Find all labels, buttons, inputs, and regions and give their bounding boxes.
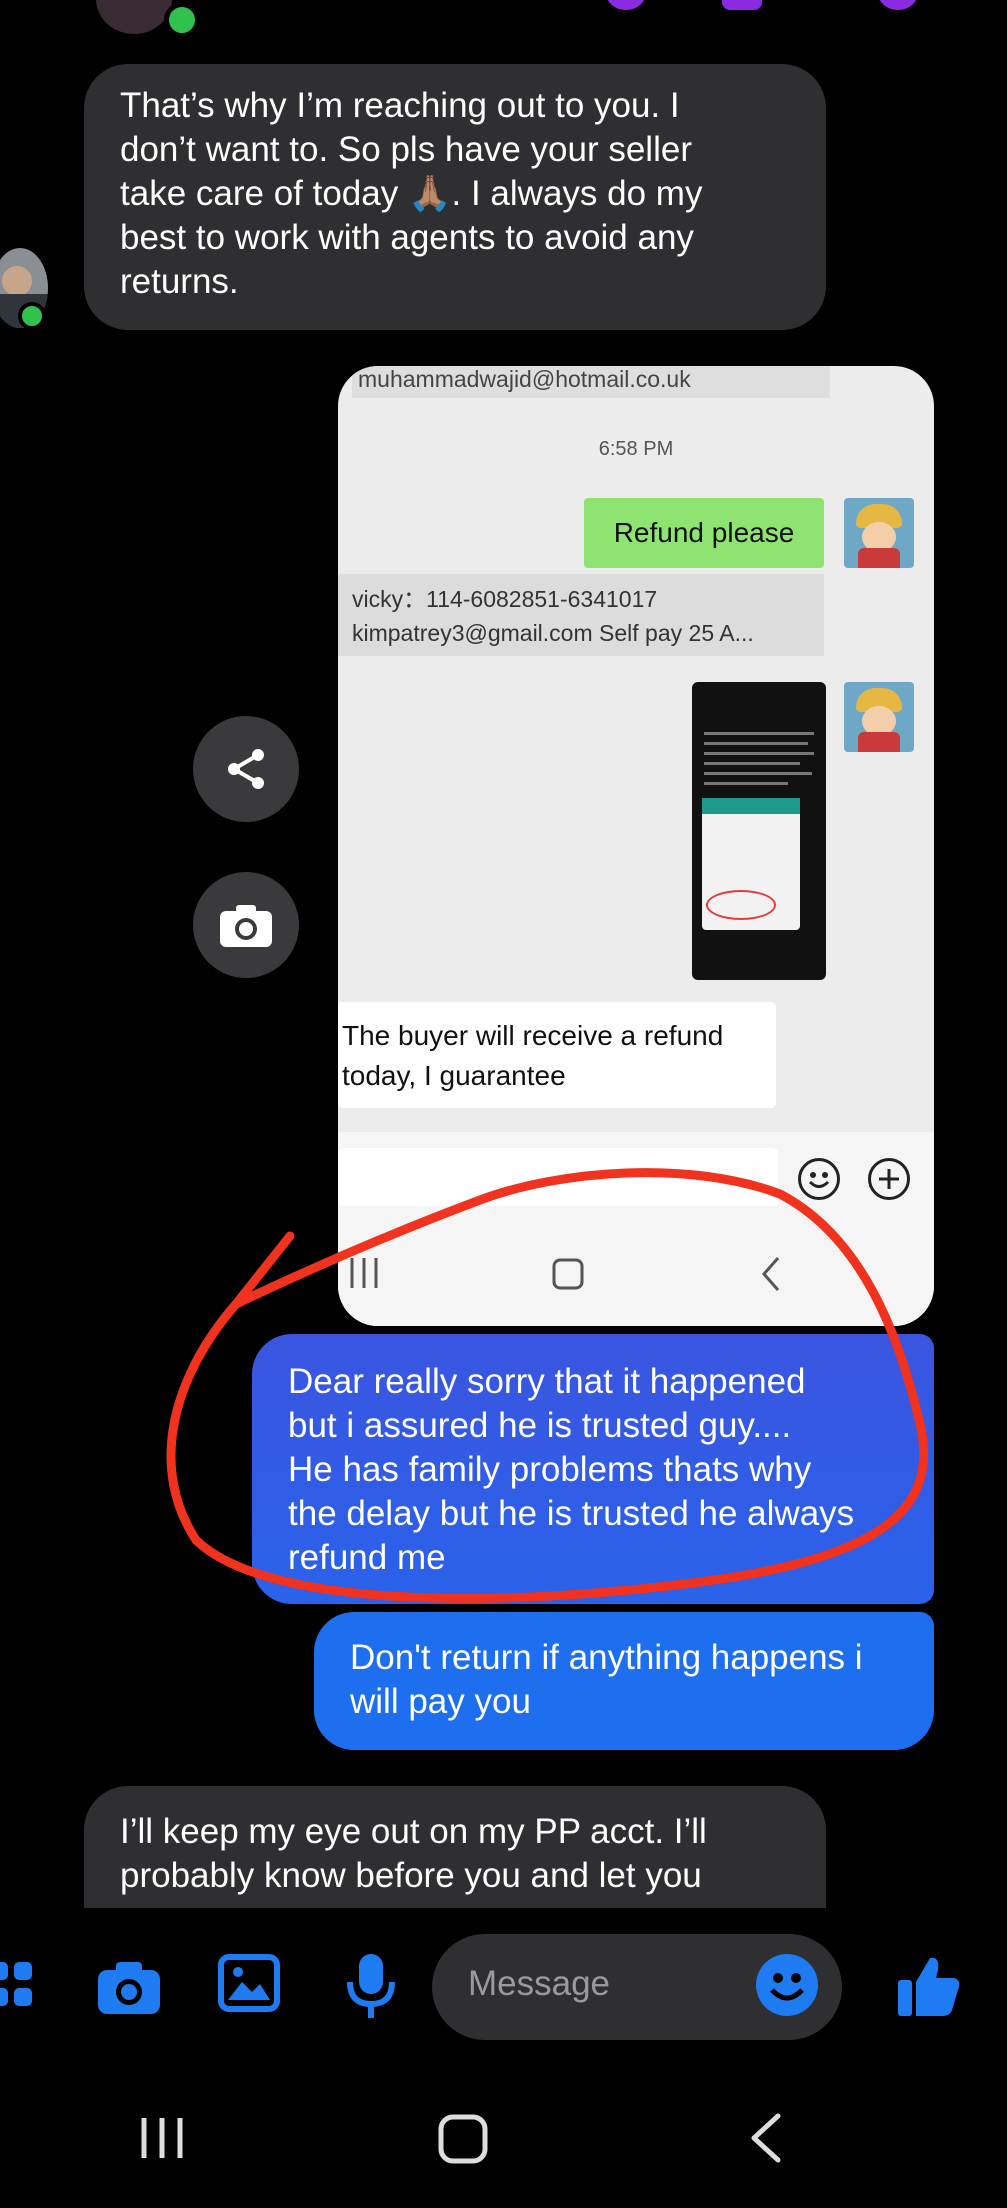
- camera-icon[interactable]: [96, 1958, 162, 2016]
- image-icon[interactable]: [218, 1954, 280, 2012]
- message-placeholder: Message: [468, 1964, 611, 2003]
- apps-icon[interactable]: [0, 1960, 40, 2016]
- system-nav-bar: [0, 2068, 1007, 2208]
- emoji-button[interactable]: [756, 1954, 818, 2016]
- message-input[interactable]: Message: [432, 1934, 842, 2040]
- thumbs-up-icon[interactable]: [896, 1954, 962, 2018]
- home-icon[interactable]: [438, 2114, 488, 2164]
- back-icon[interactable]: [748, 2112, 784, 2164]
- message-line: probably know before you and let you: [120, 1856, 702, 1895]
- recent-apps-icon[interactable]: [138, 2114, 186, 2162]
- message-line: I’ll keep my eye out on my PP acct. I’ll: [120, 1812, 707, 1851]
- incoming-message[interactable]: I’ll keep my eye out on my PP acct. I’ll…: [84, 1786, 826, 1910]
- microphone-icon[interactable]: [344, 1952, 398, 2022]
- emoji-icon: [770, 1973, 804, 2001]
